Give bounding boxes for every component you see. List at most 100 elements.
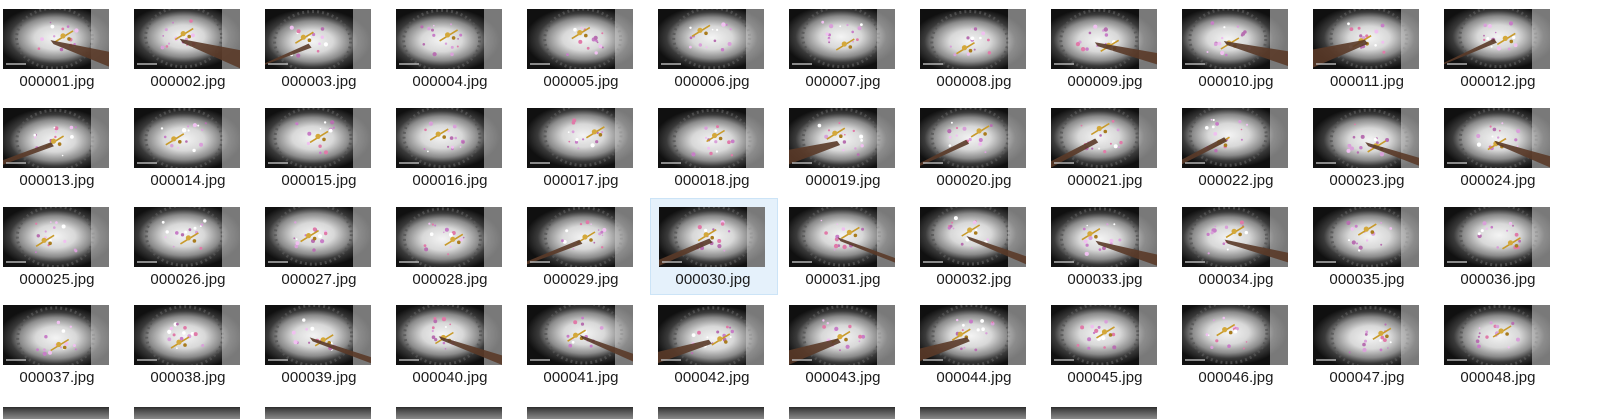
image-thumbnail-icon[interactable]: [396, 108, 502, 168]
file-item[interactable]: 000030.jpg: [650, 198, 778, 295]
image-thumbnail-icon[interactable]: [1051, 108, 1157, 168]
image-thumbnail-icon[interactable]: [1051, 9, 1157, 69]
file-item[interactable]: 000005.jpg: [524, 0, 652, 97]
file-item[interactable]: 000037.jpg: [0, 296, 128, 393]
partial-thumbnail[interactable]: [789, 407, 895, 419]
image-thumbnail-icon[interactable]: [1182, 9, 1288, 69]
image-thumbnail-icon[interactable]: [134, 9, 240, 69]
file-item[interactable]: 000025.jpg: [0, 198, 128, 295]
image-thumbnail-icon[interactable]: [3, 108, 109, 168]
image-thumbnail-icon[interactable]: [265, 207, 371, 267]
file-item[interactable]: 000042.jpg: [655, 296, 783, 393]
image-thumbnail-icon[interactable]: [527, 108, 633, 168]
image-thumbnail-icon[interactable]: [527, 305, 633, 365]
image-thumbnail-icon[interactable]: [1444, 305, 1550, 365]
file-item[interactable]: 000026.jpg: [131, 198, 259, 295]
image-thumbnail-icon[interactable]: [920, 207, 1026, 267]
file-item[interactable]: 000012.jpg: [1441, 0, 1569, 97]
image-thumbnail-icon[interactable]: [3, 207, 109, 267]
file-item[interactable]: 000040.jpg: [393, 296, 521, 393]
file-item[interactable]: 000016.jpg: [393, 99, 521, 196]
image-thumbnail-icon[interactable]: [396, 305, 502, 365]
image-thumbnail-icon[interactable]: [1444, 108, 1550, 168]
partial-thumbnail[interactable]: [396, 407, 502, 419]
image-thumbnail-icon[interactable]: [1313, 9, 1419, 69]
image-thumbnail-icon[interactable]: [789, 9, 895, 69]
partial-thumbnail[interactable]: [527, 407, 633, 419]
image-thumbnail-icon[interactable]: [789, 207, 895, 267]
file-item[interactable]: 000021.jpg: [1048, 99, 1176, 196]
file-item[interactable]: 000010.jpg: [1179, 0, 1307, 97]
file-item[interactable]: 000046.jpg: [1179, 296, 1307, 393]
file-item[interactable]: 000029.jpg: [524, 198, 652, 295]
file-item[interactable]: 000045.jpg: [1048, 296, 1176, 393]
file-item[interactable]: 000044.jpg: [917, 296, 1045, 393]
image-thumbnail-icon[interactable]: [1051, 207, 1157, 267]
image-thumbnail-icon[interactable]: [1182, 108, 1288, 168]
file-item[interactable]: 000007.jpg: [786, 0, 914, 97]
image-thumbnail-icon[interactable]: [659, 207, 765, 267]
image-thumbnail-icon[interactable]: [265, 9, 371, 69]
partial-thumbnail[interactable]: [1051, 407, 1157, 419]
image-thumbnail-icon[interactable]: [396, 207, 502, 267]
image-thumbnail-icon[interactable]: [1313, 207, 1419, 267]
image-thumbnail-icon[interactable]: [527, 207, 633, 267]
file-item[interactable]: 000048.jpg: [1441, 296, 1569, 393]
file-item[interactable]: 000003.jpg: [262, 0, 390, 97]
file-item[interactable]: 000011.jpg: [1310, 0, 1438, 97]
image-thumbnail-icon[interactable]: [1051, 305, 1157, 365]
image-thumbnail-icon[interactable]: [920, 108, 1026, 168]
image-thumbnail-icon[interactable]: [265, 305, 371, 365]
file-item[interactable]: 000019.jpg: [786, 99, 914, 196]
image-thumbnail-icon[interactable]: [789, 108, 895, 168]
image-thumbnail-icon[interactable]: [1182, 305, 1288, 365]
image-thumbnail-icon[interactable]: [1182, 207, 1288, 267]
image-thumbnail-icon[interactable]: [134, 305, 240, 365]
image-thumbnail-icon[interactable]: [658, 9, 764, 69]
image-thumbnail-icon[interactable]: [1444, 207, 1550, 267]
image-thumbnail-icon[interactable]: [658, 108, 764, 168]
file-item[interactable]: 000017.jpg: [524, 99, 652, 196]
file-item[interactable]: 000001.jpg: [0, 0, 128, 97]
file-item[interactable]: 000022.jpg: [1179, 99, 1307, 196]
file-item[interactable]: 000004.jpg: [393, 0, 521, 97]
file-item[interactable]: 000018.jpg: [655, 99, 783, 196]
file-item[interactable]: 000041.jpg: [524, 296, 652, 393]
file-item[interactable]: 000027.jpg: [262, 198, 390, 295]
file-item[interactable]: 000002.jpg: [131, 0, 259, 97]
file-item[interactable]: 000015.jpg: [262, 99, 390, 196]
file-item[interactable]: 000034.jpg: [1179, 198, 1307, 295]
image-thumbnail-icon[interactable]: [134, 207, 240, 267]
image-thumbnail-icon[interactable]: [920, 305, 1026, 365]
image-thumbnail-icon[interactable]: [265, 108, 371, 168]
partial-thumbnail[interactable]: [134, 407, 240, 419]
image-thumbnail-icon[interactable]: [396, 9, 502, 69]
image-thumbnail-icon[interactable]: [1313, 305, 1419, 365]
file-item[interactable]: 000023.jpg: [1310, 99, 1438, 196]
file-item[interactable]: 000013.jpg: [0, 99, 128, 196]
file-item[interactable]: 000032.jpg: [917, 198, 1045, 295]
image-thumbnail-icon[interactable]: [1444, 9, 1550, 69]
file-item[interactable]: 000028.jpg: [393, 198, 521, 295]
file-item[interactable]: 000031.jpg: [786, 198, 914, 295]
file-item[interactable]: 000024.jpg: [1441, 99, 1569, 196]
partial-thumbnail[interactable]: [920, 407, 1026, 419]
file-item[interactable]: 000020.jpg: [917, 99, 1045, 196]
file-item[interactable]: 000039.jpg: [262, 296, 390, 393]
partial-thumbnail[interactable]: [265, 407, 371, 419]
image-thumbnail-icon[interactable]: [3, 9, 109, 69]
file-item[interactable]: 000047.jpg: [1310, 296, 1438, 393]
file-item[interactable]: 000008.jpg: [917, 0, 1045, 97]
partial-thumbnail[interactable]: [3, 407, 109, 419]
file-item[interactable]: 000033.jpg: [1048, 198, 1176, 295]
image-thumbnail-icon[interactable]: [658, 305, 764, 365]
file-item[interactable]: 000009.jpg: [1048, 0, 1176, 97]
image-thumbnail-icon[interactable]: [3, 305, 109, 365]
file-item[interactable]: 000035.jpg: [1310, 198, 1438, 295]
file-item[interactable]: 000036.jpg: [1441, 198, 1569, 295]
partial-thumbnail[interactable]: [658, 407, 764, 419]
file-item[interactable]: 000038.jpg: [131, 296, 259, 393]
image-thumbnail-icon[interactable]: [789, 305, 895, 365]
file-item[interactable]: 000006.jpg: [655, 0, 783, 97]
image-thumbnail-icon[interactable]: [1313, 108, 1419, 168]
